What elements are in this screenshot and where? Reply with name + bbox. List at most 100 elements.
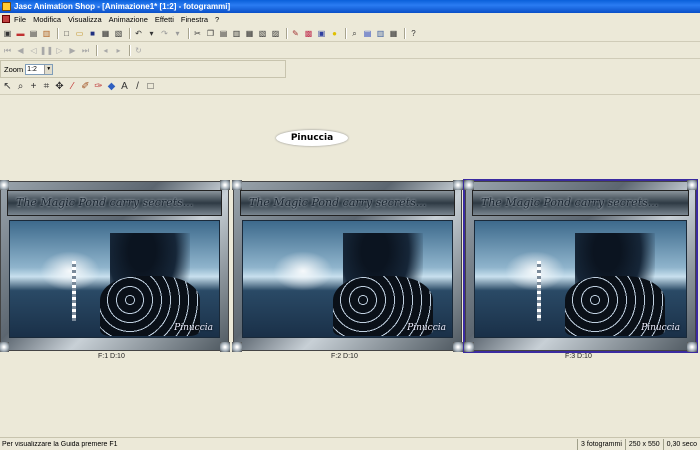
frame-label-3: F:3 D:10	[565, 353, 592, 360]
select-arrow-icon[interactable]: ↖	[2, 81, 13, 92]
cut-icon[interactable]: ✂	[192, 28, 203, 39]
menu-file[interactable]: File	[14, 15, 26, 24]
optimize-icon[interactable]: ▤	[28, 28, 39, 39]
zoom-value: 1:2	[27, 65, 37, 73]
loop-icon[interactable]: ↻	[133, 45, 144, 56]
play-backward-icon[interactable]: ◁	[28, 45, 39, 56]
toolbar-separator	[188, 28, 189, 39]
pearl-string	[537, 261, 541, 321]
artist-signature: Pinuccia	[174, 323, 213, 333]
frame-properties-icon[interactable]: ▣	[316, 28, 327, 39]
frame-corner-ornament	[687, 342, 697, 352]
app-icon[interactable]	[2, 2, 11, 11]
artist-signature: Pinuccia	[407, 323, 446, 333]
toolbar-separator	[129, 28, 130, 39]
play-icon[interactable]: ▷	[54, 45, 65, 56]
text-effect-icon[interactable]: ▦	[388, 28, 399, 39]
frame-label-2: F:2 D:10	[331, 353, 358, 360]
frame-artwork: Pinuccia	[474, 220, 687, 338]
line-tool-icon[interactable]: /	[132, 81, 143, 92]
eraser-icon[interactable]: ✑	[93, 81, 104, 92]
toolbar-separator	[286, 28, 287, 39]
status-frame-count: 3 fotogrammi	[577, 438, 625, 450]
document-menu-icon[interactable]	[2, 15, 10, 23]
help-icon[interactable]: ?	[408, 28, 419, 39]
copy-icon[interactable]: ❐	[205, 28, 216, 39]
frame-corner-ornament	[687, 180, 697, 190]
wizard-icon[interactable]: ▣	[2, 28, 13, 39]
name-label: Pinuccia	[276, 130, 348, 146]
effects-icon[interactable]: ▤	[362, 28, 373, 39]
mist	[505, 251, 565, 291]
frame-label-1: F:1 D:10	[98, 353, 125, 360]
chevron-down-icon[interactable]: ▼	[44, 64, 53, 74]
next-frame-icon[interactable]: ▶	[67, 45, 78, 56]
frame-banner-text: The Magic Pond carry secrets...	[7, 190, 222, 216]
zoom-tool-icon[interactable]: ⌕	[15, 81, 26, 92]
frame-thumbnail-1[interactable]: The Magic Pond carry secrets... Pinuccia	[0, 180, 230, 352]
insert-frames-icon[interactable]: ▨	[270, 28, 281, 39]
move-icon[interactable]: ✥	[54, 81, 65, 92]
mist	[273, 251, 333, 291]
banner-icon[interactable]: ▬	[15, 28, 26, 39]
pearl-string	[72, 261, 76, 321]
undo-icon[interactable]: ↶	[133, 28, 144, 39]
print-icon[interactable]: ▧	[113, 28, 124, 39]
save-as-icon[interactable]: ▦	[100, 28, 111, 39]
transition-icon[interactable]: ▥	[375, 28, 386, 39]
pause-icon[interactable]: ❚❚	[40, 45, 53, 56]
first-frame-icon[interactable]: ⏮	[2, 45, 13, 56]
zoom-icon[interactable]: ●	[329, 28, 340, 39]
paste-new-icon[interactable]: ▤	[218, 28, 229, 39]
frame-corner-ornament	[0, 342, 9, 352]
menu-modifica[interactable]: Modifica	[33, 15, 61, 24]
crosshair-icon[interactable]: +	[28, 81, 39, 92]
toolbar-separator	[57, 28, 58, 39]
frame-corner-ornament	[232, 180, 242, 190]
title-bar[interactable]: Jasc Animation Shop - [Animazione1* [1:2…	[0, 0, 700, 13]
save-icon[interactable]: ■	[87, 28, 98, 39]
paste-after-icon[interactable]: ▦	[244, 28, 255, 39]
menu-effetti[interactable]: Effetti	[155, 15, 174, 24]
resize-icon[interactable]: ▩	[303, 28, 314, 39]
brush-icon[interactable]: ✐	[80, 81, 91, 92]
crop-tool-icon[interactable]: ⌗	[41, 81, 52, 92]
frame-banner-text: The Magic Pond carry secrets...	[240, 190, 455, 216]
prev-key-icon[interactable]: ◂	[100, 45, 111, 56]
dropper-icon[interactable]: ⁄	[67, 81, 78, 92]
text-tool-icon[interactable]: A	[119, 81, 130, 92]
redo-dropdown-icon[interactable]: ▾	[172, 28, 183, 39]
frame-thumbnail-3[interactable]: The Magic Pond carry secrets... Pinuccia	[463, 179, 698, 353]
last-frame-icon[interactable]: ⏭	[80, 45, 91, 56]
status-duration: 0,30 seco	[662, 438, 700, 450]
frame-thumbnail-2[interactable]: The Magic Pond carry secrets... Pinuccia	[232, 180, 463, 352]
status-help-text: Per visualizzare la Guida premere F1	[2, 440, 118, 448]
playback-toolbar: ⏮ ◀ ◁ ❚❚ ▷ ▶ ⏭ ◂ ▸ ↻	[0, 43, 700, 59]
paste-selected-icon[interactable]: ▧	[257, 28, 268, 39]
new-icon[interactable]: □	[61, 28, 72, 39]
open-file-icon[interactable]: ▭	[74, 28, 85, 39]
toolbar-separator	[345, 28, 346, 39]
menu-visualizza[interactable]: Visualizza	[68, 15, 102, 24]
menu-finestra[interactable]: Finestra	[181, 15, 208, 24]
prev-frame-icon[interactable]: ◀	[15, 45, 26, 56]
zoom-select[interactable]: 1:2 ▼	[25, 63, 54, 75]
view-animation-icon[interactable]: ⌕	[349, 28, 360, 39]
window-title: Jasc Animation Shop - [Animazione1* [1:2…	[14, 2, 231, 11]
fill-icon[interactable]: ◆	[106, 81, 117, 92]
open-icon[interactable]: ▥	[41, 28, 52, 39]
status-bar: Per visualizzare la Guida premere F1 3 f…	[0, 437, 700, 450]
next-key-icon[interactable]: ▸	[113, 45, 124, 56]
crop-icon[interactable]: ✎	[290, 28, 301, 39]
menu-help[interactable]: ?	[215, 15, 219, 24]
undo-dropdown-icon[interactable]: ▾	[146, 28, 157, 39]
paste-before-icon[interactable]: ▥	[231, 28, 242, 39]
frame-corner-ornament	[464, 180, 474, 190]
frame-corner-ornament	[0, 180, 9, 190]
toolbar-separator	[129, 45, 130, 56]
redo-icon[interactable]: ↷	[159, 28, 170, 39]
rectangle-tool-icon[interactable]: □	[145, 81, 156, 92]
toolbar-separator	[96, 45, 97, 56]
menu-animazione[interactable]: Animazione	[109, 15, 148, 24]
main-toolbar: ▣ ▬ ▤ ▥ □ ▭ ■ ▦ ▧ ↶ ▾ ↷ ▾ ✂ ❐ ▤ ▥ ▦ ▧ ▨ …	[0, 26, 700, 42]
